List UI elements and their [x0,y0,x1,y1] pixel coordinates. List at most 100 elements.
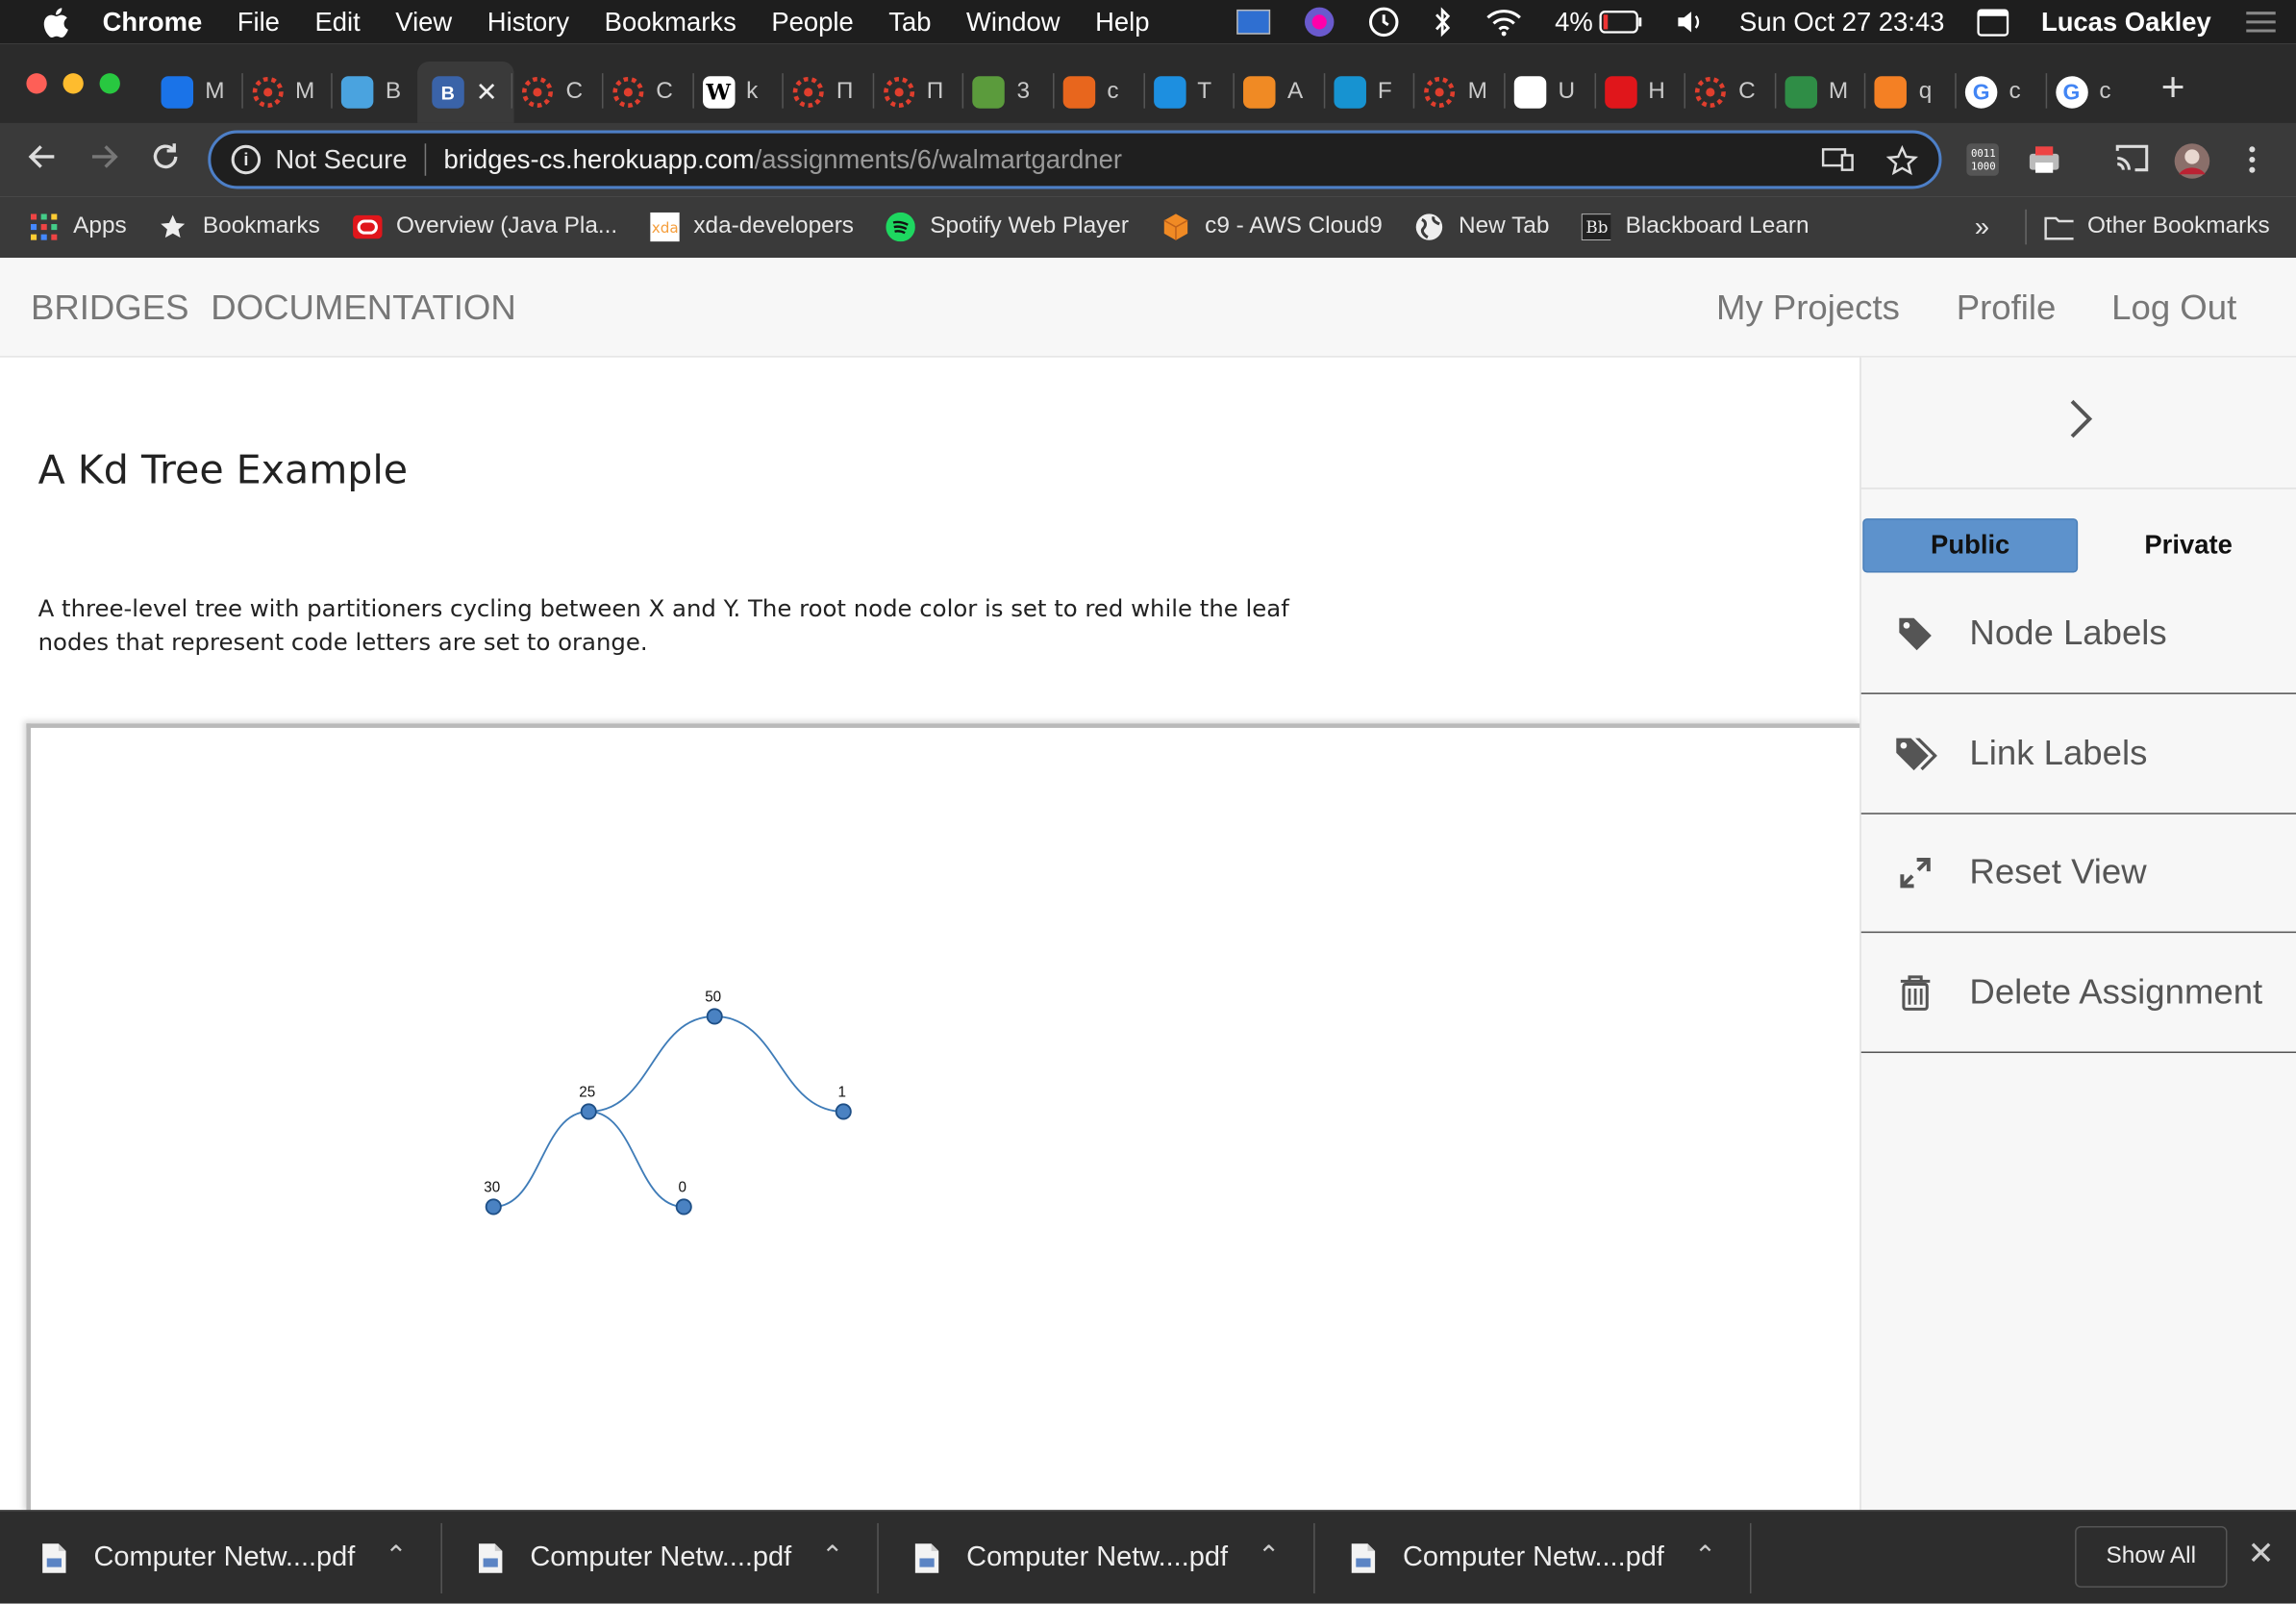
apple-icon[interactable] [41,6,70,38]
menu-tab[interactable]: Tab [888,7,931,38]
menu-people[interactable]: People [771,7,853,38]
browser-tab[interactable]: F [1334,62,1407,123]
bookmark-cloud9[interactable]: c9 - AWS Cloud9 [1160,213,1383,241]
cast-icon[interactable] [2114,142,2150,175]
url-path[interactable]: /assignments/6/walmartgardner [755,144,1122,175]
chevron-up-icon[interactable]: ⌃ [385,1541,407,1571]
browser-tab[interactable]: c [1062,62,1136,123]
browser-tab[interactable]: Wk [702,62,775,123]
wifi-icon[interactable] [1485,8,1523,37]
window-minimize-button[interactable] [62,73,84,94]
tree-node[interactable] [835,1103,852,1120]
window-close-button[interactable] [26,73,47,94]
browser-tab[interactable]: 3 [972,62,1046,123]
bookmark-blackboard[interactable]: Bb Blackboard Learn [1581,213,1809,241]
siri-icon[interactable] [1303,6,1335,38]
tree-node[interactable] [675,1198,692,1216]
chevron-up-icon[interactable]: ⌃ [1694,1541,1716,1571]
security-status[interactable]: Not Secure [275,144,407,175]
browser-tab[interactable]: M [251,62,324,123]
download-item[interactable]: Computer Netw....pdf ⌃ [873,1512,1310,1604]
browser-tab[interactable]: A [1243,62,1316,123]
browser-tab[interactable]: BB✕ [416,61,514,123]
browser-tab[interactable]: T [1153,62,1227,123]
browser-tab[interactable]: M [1424,62,1497,123]
browser-tab[interactable]: П [792,62,865,123]
bookmark-other[interactable]: Other Bookmarks [2043,213,2270,241]
bookmark-star-icon[interactable] [1885,144,1919,185]
browser-tab[interactable]: q [1875,62,1948,123]
time-machine-icon[interactable] [1367,6,1400,38]
nav-profile-link[interactable]: Profile [1957,288,2057,330]
download-item[interactable]: Computer Netw....pdf ⌃ [437,1512,873,1604]
sidebar-toggle-button[interactable] [2060,389,2102,448]
link-labels-button[interactable]: Link Labels [1860,695,2296,815]
bookmark-spotify[interactable]: Spotify Web Player [886,212,1129,242]
browser-tab[interactable]: Gc [1964,62,2038,123]
notification-center-icon[interactable] [2243,9,2279,35]
browser-tab[interactable]: U [1513,62,1587,123]
browser-tab[interactable]: M [1784,62,1858,123]
browser-tab[interactable]: Gc [2055,62,2129,123]
cast-tab-icon[interactable] [1821,145,1855,185]
menubar-user[interactable]: Lucas Oakley [2041,7,2211,38]
menu-help[interactable]: Help [1095,7,1149,38]
window-zoom-button[interactable] [99,73,120,94]
tree-node[interactable] [485,1198,502,1216]
back-button[interactable] [23,140,62,179]
profile-avatar[interactable] [2173,142,2211,181]
tree-node[interactable] [706,1008,723,1025]
menu-file[interactable]: File [237,7,280,38]
address-bar[interactable]: i Not Secure bridges-cs.herokuapp.com/as… [208,130,1942,189]
download-item[interactable]: Computer Netw....pdf ⌃ [1310,1512,1746,1604]
reset-view-button[interactable]: Reset View [1860,815,2296,934]
browser-tab[interactable]: C [522,62,595,123]
site-info-icon[interactable]: i [231,144,262,175]
browser-tab[interactable]: M [161,62,235,123]
bookmark-bookmarks[interactable]: Bookmarks [159,213,320,241]
new-tab-button[interactable]: + [2156,66,2191,108]
delete-assignment-button[interactable]: Delete Assignment [1860,935,2296,1054]
nav-brand-link[interactable]: BRIDGES [31,288,189,330]
chrome-menu-icon[interactable] [2240,142,2263,178]
tree-visualization[interactable]: 50 25 1 30 0 [31,728,1867,1518]
calendar-icon[interactable] [1977,8,2009,37]
menu-app-name[interactable]: Chrome [103,7,203,38]
nav-my-projects-link[interactable]: My Projects [1716,288,1900,330]
browser-tab[interactable]: H [1604,62,1678,123]
visibility-private-button[interactable]: Private [2081,518,2296,572]
node-labels-button[interactable]: Node Labels [1860,576,2296,694]
nav-documentation-link[interactable]: DOCUMENTATION [211,288,515,330]
browser-tab[interactable]: П [883,62,956,123]
show-all-downloads-button[interactable]: Show All [2075,1525,2228,1588]
menu-bookmarks[interactable]: Bookmarks [605,7,736,38]
browser-tab[interactable]: C [612,62,686,123]
tree-node[interactable] [580,1103,597,1120]
battery-icon[interactable] [1599,11,1643,34]
tab-close-icon[interactable]: ✕ [476,77,498,108]
nav-logout-link[interactable]: Log Out [2111,288,2236,330]
bookmark-new-tab[interactable]: New Tab [1414,213,1549,241]
volume-icon[interactable] [1675,9,1708,35]
chevron-up-icon[interactable]: ⌃ [821,1541,843,1571]
visualization-canvas[interactable]: 50 25 1 30 0 [26,723,1863,1515]
close-icon[interactable]: ✕ [2245,1537,2278,1570]
menubar-datetime[interactable]: Sun Oct 27 23:43 [1739,7,1944,38]
visibility-public-button[interactable]: Public [1862,518,2079,573]
bookmarks-overflow-button[interactable]: » [1975,212,1989,242]
download-item[interactable]: Computer Netw....pdf ⌃ [0,1512,437,1604]
browser-tab[interactable]: C [1694,62,1767,123]
forward-button[interactable] [85,140,123,179]
reload-button[interactable] [146,140,185,179]
bookmark-apps[interactable]: Apps [29,213,127,241]
bookmark-java-overview[interactable]: Overview (Java Pla... [352,213,617,241]
chevron-up-icon[interactable]: ⌃ [1258,1541,1280,1571]
menu-view[interactable]: View [395,7,452,38]
menu-edit[interactable]: Edit [314,7,360,38]
bookmark-xda[interactable]: xda xda-developers [649,212,854,242]
screen-icon[interactable] [1235,9,1271,35]
menu-history[interactable]: History [487,7,569,38]
url-host[interactable]: bridges-cs.herokuapp.com [444,144,755,175]
menu-window[interactable]: Window [966,7,1061,38]
extension-binary-icon[interactable]: 0011 1000 [1965,142,2001,178]
